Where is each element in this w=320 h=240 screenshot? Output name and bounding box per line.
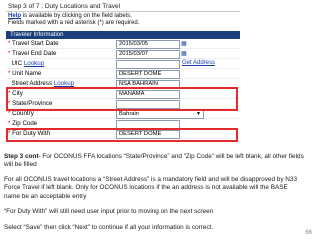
caption-step3: Step 3 cont- For OCONUS FFA locations “S… — [4, 153, 304, 170]
calendar-icon[interactable]: ▦ — [181, 50, 187, 59]
field-label[interactable]: Unit Name — [12, 70, 41, 77]
field-label[interactable]: Travel End Date — [12, 50, 56, 57]
caption-save: Select “Save” then click “Next” to conti… — [4, 224, 214, 231]
street-lookup-link[interactable]: Lookup — [54, 80, 74, 87]
field-travel-end-date: * Travel End Date 2015/03/07 ▦ — [6, 49, 240, 59]
calendar-icon[interactable]: ▦ — [181, 40, 187, 49]
uic-input[interactable] — [116, 60, 180, 69]
step-title: Step 3 of 7 : Duty Locations and Travel — [6, 2, 240, 12]
country-selected: Bahrain — [119, 111, 139, 117]
form-screenshot: Step 3 of 7 : Duty Locations and Travel … — [6, 2, 240, 150]
caption-duty: “For Duty With” will still need user inp… — [4, 208, 214, 215]
field-label[interactable]: UIC — [11, 60, 22, 67]
unit-name-input[interactable]: DESERT DOME — [116, 70, 180, 79]
required-note: Fields marked with a red asterisk (*) ar… — [8, 20, 140, 26]
country-select[interactable]: Bahrain ▼ — [116, 110, 204, 119]
help-link[interactable]: Help — [8, 13, 21, 19]
field-label[interactable]: Travel Start Date — [12, 40, 59, 47]
field-label[interactable]: Street Address — [11, 80, 52, 87]
field-label[interactable]: Country — [12, 110, 34, 117]
help-note: Help is available by clicking on the fie… — [6, 12, 240, 27]
get-address-link[interactable]: Get Address — [182, 59, 215, 68]
caption-street-address: For all OCONUS travel locations a “Stree… — [4, 176, 298, 200]
page-number: 66 — [305, 230, 312, 236]
field-label[interactable]: Zip Code — [12, 120, 37, 127]
field-unit-name: * Unit Name DESERT DOME — [6, 69, 240, 79]
chevron-down-icon: ▼ — [196, 111, 201, 117]
field-travel-start-date: * Travel Start Date 2015/03/05 ▦ — [6, 39, 240, 49]
caption-bold: Step 3 cont — [4, 153, 39, 160]
field-uic: UIC Lookup Get Address — [6, 59, 240, 69]
highlight-box-state-zip — [6, 87, 238, 111]
section-title: Traveler Information — [6, 31, 240, 39]
travel-start-date-input[interactable]: 2015/03/05 — [116, 40, 180, 49]
travel-end-date-input[interactable]: 2015/03/07 — [116, 50, 180, 59]
highlight-box-duty — [6, 128, 238, 142]
help-text: is available by clicking on the field la… — [21, 13, 132, 19]
caption-text: - For OCONUS FFA locations “State/Provin… — [4, 153, 304, 169]
uic-lookup-link[interactable]: Lookup — [24, 60, 44, 67]
